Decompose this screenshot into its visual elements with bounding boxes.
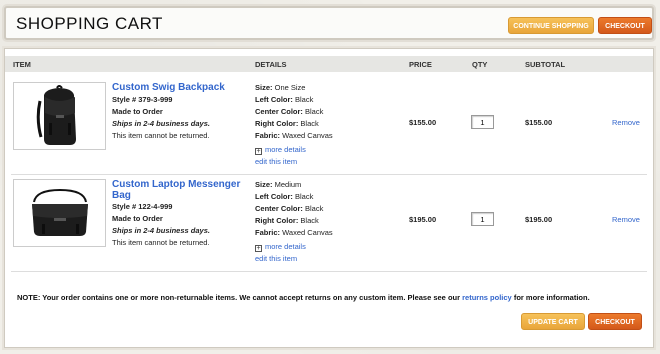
quantity-input[interactable] (471, 212, 494, 226)
column-header-item: ITEM (13, 60, 31, 69)
detail-fabric: Fabric: Waxed Canvas (255, 131, 333, 140)
detail-size: Size: One Size (255, 83, 306, 92)
product-style: Style # 122-4-999 (112, 202, 173, 211)
row-divider (11, 174, 647, 175)
column-header-qty: QTY (472, 60, 488, 69)
product-name-link[interactable]: Custom Laptop Messenger Bag (112, 179, 252, 201)
made-to-order: Made to Order (112, 214, 163, 223)
messenger-bag-image (32, 188, 88, 236)
detail-center-color: Center Color: Black (255, 107, 324, 116)
update-cart-button[interactable]: UPDATE CART (521, 313, 585, 330)
page-title: SHOPPING CART (16, 14, 163, 33)
detail-left-color: Left Color: Black (255, 95, 314, 104)
detail-fabric: Fabric: Waxed Canvas (255, 228, 333, 237)
shipping-estimate: Ships in 2-4 business days. (112, 119, 210, 128)
made-to-order: Made to Order (112, 107, 163, 116)
product-name-link[interactable]: Custom Swig Backpack (112, 82, 252, 93)
expand-plus-icon: + (255, 148, 262, 155)
continue-shopping-button[interactable]: CONTINUE SHOPPING (508, 17, 594, 34)
remove-item-link[interactable]: Remove (612, 215, 640, 224)
item-price: $155.00 (409, 118, 437, 127)
cart-item: Custom Swig Backpack Style # 379-3-999 M… (5, 82, 653, 172)
checkout-button-top[interactable]: CHECKOUT (598, 17, 652, 34)
cart-panel: ITEM DETAILS PRICE QTY SUBTOTAL Custom S… (4, 48, 654, 348)
product-image-backpack[interactable] (13, 82, 106, 150)
table-header: ITEM DETAILS PRICE QTY SUBTOTAL (5, 56, 653, 72)
cart-item: Custom Laptop Messenger Bag Style # 122-… (5, 179, 653, 269)
note-suffix: for more information. (513, 293, 590, 302)
product-style: Style # 379-3-999 (112, 95, 173, 104)
item-subtotal: $195.00 (525, 215, 553, 224)
detail-center-color: Center Color: Black (255, 204, 324, 213)
edit-item-link[interactable]: edit this item (255, 253, 297, 265)
product-image-messenger[interactable] (13, 179, 106, 247)
returns-policy-link[interactable]: returns policy (462, 293, 512, 302)
remove-item-link[interactable]: Remove (612, 118, 640, 127)
shipping-estimate: Ships in 2-4 business days. (112, 226, 210, 235)
backpack-image (36, 85, 76, 145)
row-divider (11, 271, 647, 272)
column-header-subtotal: SUBTOTAL (525, 60, 566, 69)
item-price: $195.00 (409, 215, 437, 224)
detail-size: Size: Medium (255, 180, 302, 189)
return-policy-notice: This item cannot be returned. (112, 238, 210, 247)
detail-right-color: Right Color: Black (255, 216, 319, 225)
checkout-button-bottom[interactable]: CHECKOUT (588, 313, 642, 330)
detail-right-color: Right Color: Black (255, 119, 319, 128)
item-subtotal: $155.00 (525, 118, 553, 127)
edit-item-link[interactable]: edit this item (255, 156, 297, 168)
column-header-price: PRICE (409, 60, 432, 69)
more-details-toggle[interactable]: + more details (255, 144, 306, 156)
more-details-toggle[interactable]: + more details (255, 241, 306, 253)
detail-left-color: Left Color: Black (255, 192, 314, 201)
return-policy-notice: This item cannot be returned. (112, 131, 210, 140)
note-text: NOTE: Your order contains one or more no… (17, 293, 461, 302)
returns-note: NOTE: Your order contains one or more no… (17, 293, 647, 302)
cart-header: SHOPPING CART CONTINUE SHOPPING CHECKOUT (4, 6, 654, 40)
quantity-input[interactable] (471, 115, 494, 129)
expand-plus-icon: + (255, 245, 262, 252)
column-header-details: DETAILS (255, 60, 287, 69)
